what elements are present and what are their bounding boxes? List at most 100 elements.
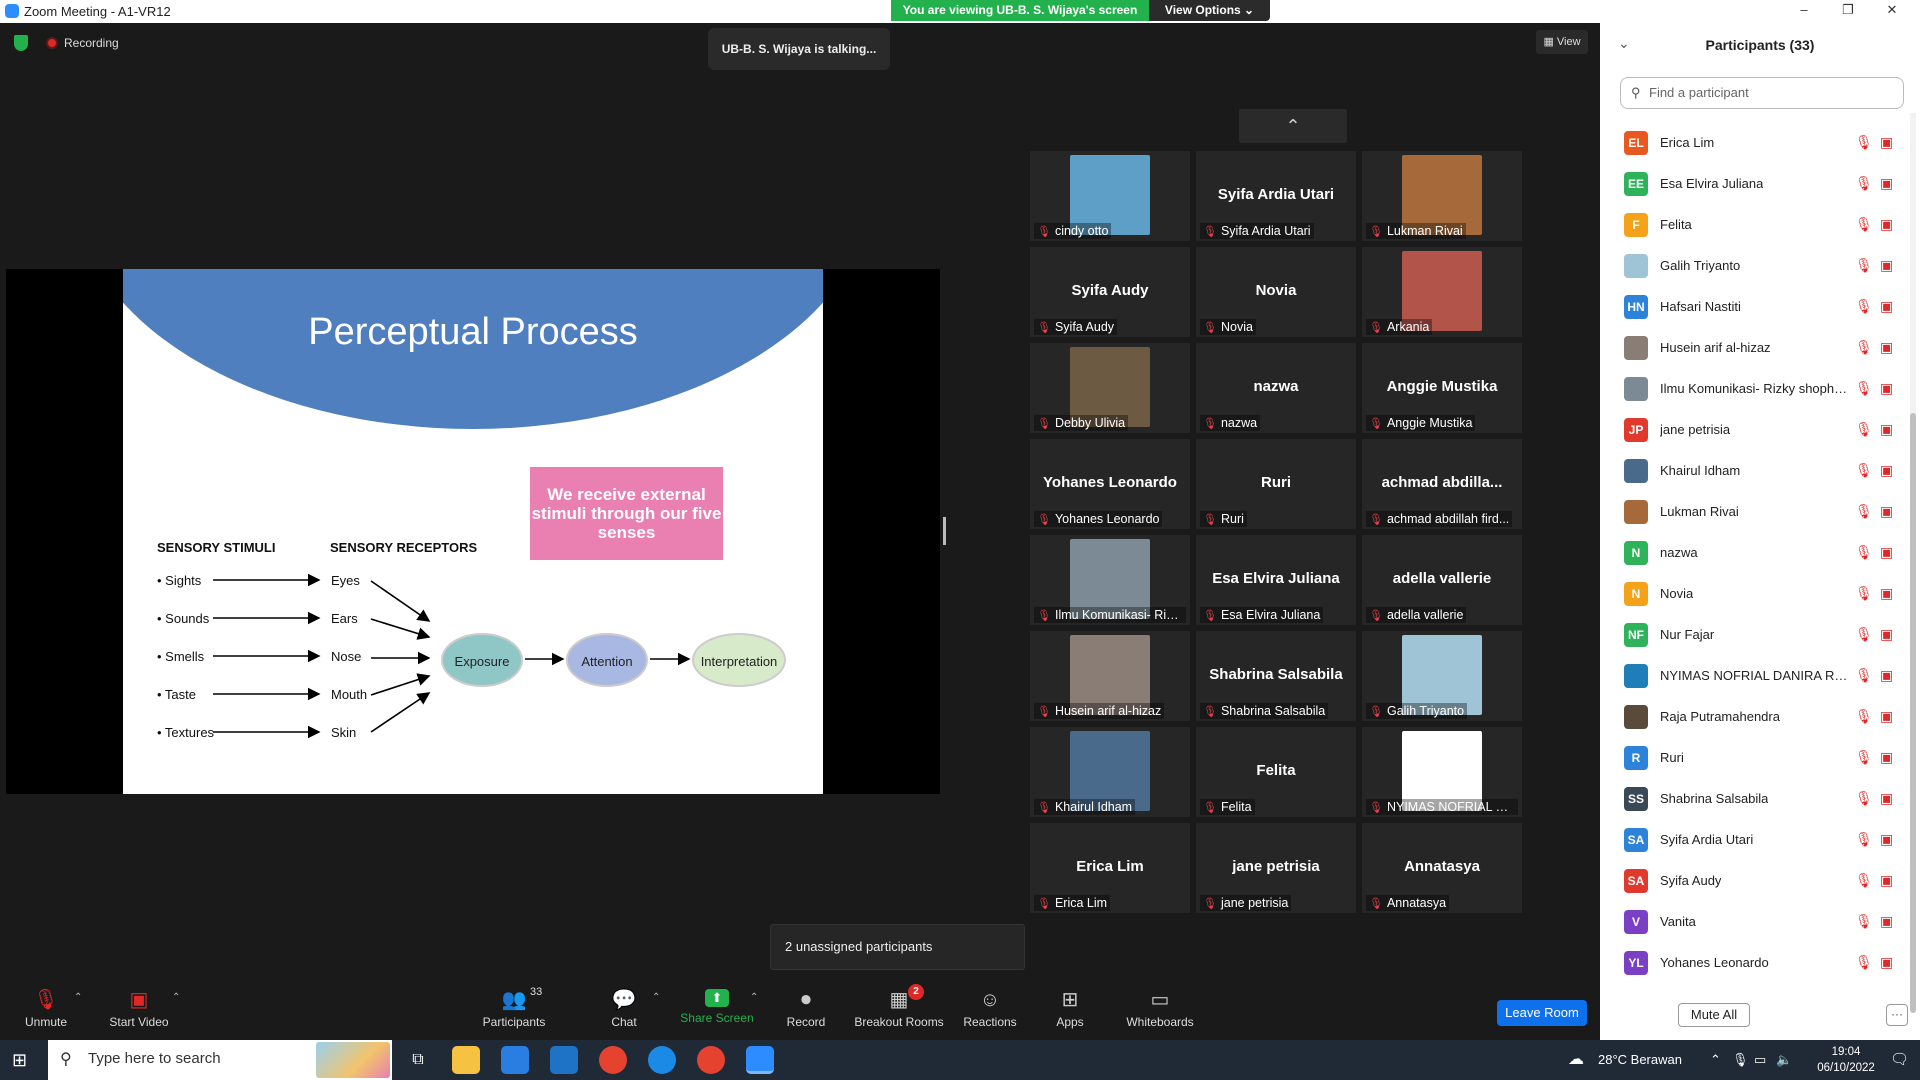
microphone-tray-icon[interactable]: 🎙 [1732, 1052, 1749, 1068]
video-off-icon[interactable]: ▣ [1880, 503, 1893, 520]
view-layout-button[interactable]: ▦ View [1536, 30, 1588, 54]
participant-row[interactable]: SA Syifa Ardia Utari 🎙 ▣ [1600, 820, 1910, 861]
video-tile[interactable]: Syifa Audy 🎙 Syifa Audy [1030, 247, 1190, 337]
participant-row[interactable]: Galih Triyanto 🎙 ▣ [1600, 246, 1910, 287]
notifications-icon[interactable]: 🗨 [1890, 1050, 1909, 1068]
participant-row[interactable]: JP jane petrisia 🎙 ▣ [1600, 410, 1910, 451]
video-tile[interactable]: 🎙 Khairul Idham [1030, 727, 1190, 817]
participant-row[interactable]: Raja Putramahendra 🎙 ▣ [1600, 697, 1910, 738]
close-button[interactable]: ✕ [1872, 2, 1912, 20]
muted-microphone-icon[interactable]: 🎙 [1855, 339, 1873, 356]
breakout-rooms-button[interactable]: ▦ Breakout Rooms [852, 980, 946, 1040]
participant-row[interactable]: V Vanita 🎙 ▣ [1600, 902, 1910, 943]
video-tile[interactable]: Ruri 🎙 Ruri [1196, 439, 1356, 529]
muted-microphone-icon[interactable]: 🎙 [1855, 872, 1873, 889]
participant-row[interactable]: F Felita 🎙 ▣ [1600, 205, 1910, 246]
video-options-caret[interactable]: ⌃ [172, 992, 180, 1003]
participant-row[interactable]: NYIMAS NOFRIAL DANIRA RIAN 🎙 ▣ [1600, 656, 1910, 697]
participant-search-input[interactable]: ⚲ Find a participant [1620, 77, 1904, 109]
video-tile[interactable]: jane petrisia 🎙 jane petrisia [1196, 823, 1356, 913]
network-icon[interactable]: ▭ [1754, 1052, 1766, 1068]
chat-options-caret[interactable]: ⌃ [652, 992, 660, 1003]
mail-icon[interactable] [550, 1046, 578, 1074]
share-screen-button[interactable]: ⬆ Share Screen [678, 980, 756, 1040]
muted-microphone-icon[interactable]: 🎙 [1855, 503, 1873, 520]
chrome-profile-icon[interactable] [697, 1046, 725, 1074]
video-off-icon[interactable]: ▣ [1880, 134, 1893, 151]
split-view-handle[interactable] [943, 517, 946, 545]
security-shield-icon[interactable] [14, 35, 28, 51]
muted-microphone-icon[interactable]: 🎙 [1855, 708, 1873, 725]
view-options-button[interactable]: View Options ⌄ [1149, 0, 1270, 21]
taskbar-clock[interactable]: 19:04 06/10/2022 [1814, 1044, 1878, 1076]
video-off-icon[interactable]: ▣ [1880, 544, 1893, 561]
chrome-icon[interactable] [599, 1046, 627, 1074]
muted-microphone-icon[interactable]: 🎙 [1855, 175, 1873, 192]
muted-microphone-icon[interactable]: 🎙 [1855, 462, 1873, 479]
participant-row[interactable]: EL Erica Lim 🎙 ▣ [1600, 123, 1910, 164]
muted-microphone-icon[interactable]: 🎙 [1855, 831, 1873, 848]
video-tile[interactable]: Shabrina Salsabila 🎙 Shabrina Salsabila [1196, 631, 1356, 721]
video-off-icon[interactable]: ▣ [1880, 298, 1893, 315]
video-tile[interactable]: adella vallerie 🎙 adella vallerie [1362, 535, 1522, 625]
scrollbar-thumb[interactable] [1910, 413, 1916, 1013]
video-tile[interactable]: Esa Elvira Juliana 🎙 Esa Elvira Juliana [1196, 535, 1356, 625]
video-tile[interactable]: 🎙 cindy otto [1030, 151, 1190, 241]
video-off-icon[interactable]: ▣ [1880, 216, 1893, 233]
video-tile[interactable]: Anggie Mustika 🎙 Anggie Mustika [1362, 343, 1522, 433]
more-options-button[interactable]: ··· [1886, 1004, 1908, 1026]
muted-microphone-icon[interactable]: 🎙 [1855, 216, 1873, 233]
microsoft-store-icon[interactable] [501, 1046, 529, 1074]
reactions-button[interactable]: ☺ Reactions [960, 980, 1020, 1040]
show-hidden-icons-icon[interactable]: ⌃ [1710, 1052, 1721, 1068]
weather-text[interactable]: 28°C Berawan [1598, 1052, 1682, 1067]
muted-microphone-icon[interactable]: 🎙 [1855, 790, 1873, 807]
video-off-icon[interactable]: ▣ [1880, 872, 1893, 889]
video-tile[interactable]: nazwa 🎙 nazwa [1196, 343, 1356, 433]
participant-row[interactable]: EE Esa Elvira Juliana 🎙 ▣ [1600, 164, 1910, 205]
video-tile[interactable]: 🎙 Arkania [1362, 247, 1522, 337]
participant-row[interactable]: Husein arif al-hizaz 🎙 ▣ [1600, 328, 1910, 369]
file-explorer-icon[interactable] [452, 1046, 480, 1074]
participant-row[interactable]: YL Yohanes Leonardo 🎙 ▣ [1600, 943, 1910, 984]
video-off-icon[interactable]: ▣ [1880, 913, 1893, 930]
participant-row[interactable]: HN Hafsari Nastiti 🎙 ▣ [1600, 287, 1910, 328]
video-tile[interactable]: achmad abdilla... 🎙 achmad abdillah fird..… [1362, 439, 1522, 529]
muted-microphone-icon[interactable]: 🎙 [1855, 380, 1873, 397]
participant-row[interactable]: Lukman Rivai 🎙 ▣ [1600, 492, 1910, 533]
participant-row[interactable]: R Ruri 🎙 ▣ [1600, 738, 1910, 779]
video-tile[interactable]: 🎙 NYIMAS NOFRIAL DA... [1362, 727, 1522, 817]
apps-button[interactable]: ⊞ Apps [1054, 980, 1086, 1040]
video-off-icon[interactable]: ▣ [1880, 954, 1893, 971]
muted-microphone-icon[interactable]: 🎙 [1855, 544, 1873, 561]
muted-microphone-icon[interactable]: 🎙 [1855, 298, 1873, 315]
video-tile[interactable]: 🎙 Debby Ulivia [1030, 343, 1190, 433]
unmute-button[interactable]: 🎙 Unmute [18, 980, 74, 1040]
gallery-page-up-button[interactable]: ⌃ [1239, 109, 1347, 143]
video-off-icon[interactable]: ▣ [1880, 175, 1893, 192]
whiteboards-button[interactable]: ▭ Whiteboards [1124, 980, 1196, 1040]
video-off-icon[interactable]: ▣ [1880, 339, 1893, 356]
taskbar-search-box[interactable]: ⚲ Type here to search [48, 1040, 392, 1080]
participant-row[interactable]: Ilmu Komunikasi- Rizky shophia... 🎙 ▣ [1600, 369, 1910, 410]
participant-row[interactable]: SS Shabrina Salsabila 🎙 ▣ [1600, 779, 1910, 820]
video-off-icon[interactable]: ▣ [1880, 790, 1893, 807]
muted-microphone-icon[interactable]: 🎙 [1855, 626, 1873, 643]
restore-button[interactable]: ❐ [1828, 2, 1868, 20]
unassigned-participants-notice[interactable]: 2 unassigned participants [770, 924, 1025, 970]
start-video-button[interactable]: ▣ Start Video [104, 980, 174, 1040]
video-tile[interactable]: Felita 🎙 Felita [1196, 727, 1356, 817]
video-tile[interactable]: 🎙 Lukman Rivai [1362, 151, 1522, 241]
muted-microphone-icon[interactable]: 🎙 [1855, 667, 1873, 684]
audio-options-caret[interactable]: ⌃ [74, 992, 82, 1003]
task-view-icon[interactable]: ⧉ [404, 1046, 432, 1074]
video-off-icon[interactable]: ▣ [1880, 421, 1893, 438]
participant-row[interactable]: N Novia 🎙 ▣ [1600, 574, 1910, 615]
participant-row[interactable]: Khairul Idham 🎙 ▣ [1600, 451, 1910, 492]
muted-microphone-icon[interactable]: 🎙 [1855, 421, 1873, 438]
muted-microphone-icon[interactable]: 🎙 [1855, 257, 1873, 274]
participant-row[interactable]: NF Nur Fajar 🎙 ▣ [1600, 615, 1910, 656]
participant-row[interactable]: SA Syifa Audy 🎙 ▣ [1600, 861, 1910, 902]
video-off-icon[interactable]: ▣ [1880, 667, 1893, 684]
volume-icon[interactable]: 🔈 [1776, 1052, 1792, 1068]
